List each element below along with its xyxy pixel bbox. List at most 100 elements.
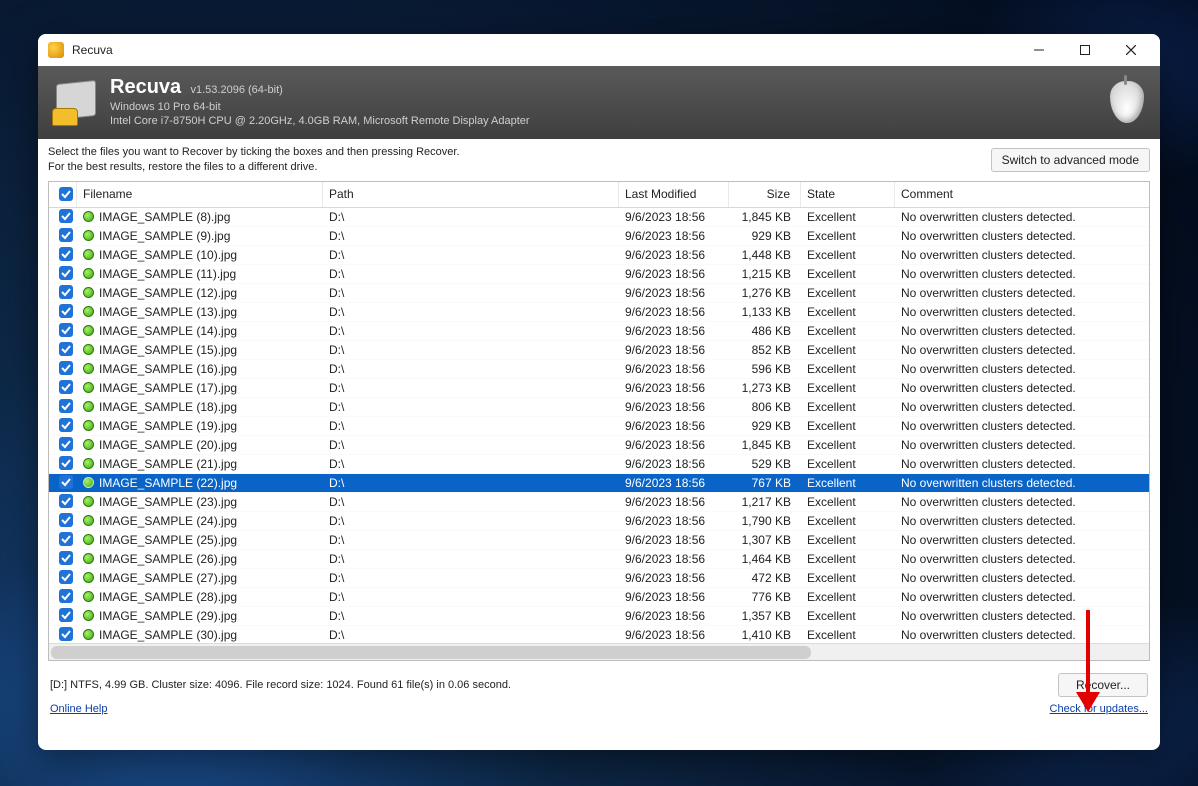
app-name: Recuva <box>110 76 181 99</box>
col-size[interactable]: Size <box>729 182 801 207</box>
table-row[interactable]: IMAGE_SAMPLE (24).jpgD:\9/6/2023 18:561,… <box>49 512 1149 531</box>
row-checkbox[interactable] <box>59 608 73 622</box>
cell-last-modified: 9/6/2023 18:56 <box>619 324 729 338</box>
row-checkbox[interactable] <box>59 380 73 394</box>
row-checkbox[interactable] <box>59 551 73 565</box>
row-checkbox[interactable] <box>59 247 73 261</box>
row-checkbox[interactable] <box>59 589 73 603</box>
recuva-logo-icon <box>50 78 98 126</box>
cell-filename: IMAGE_SAMPLE (15).jpg <box>77 343 323 357</box>
filename-text: IMAGE_SAMPLE (23).jpg <box>99 495 237 509</box>
close-button[interactable] <box>1108 34 1154 66</box>
cell-state: Excellent <box>801 438 895 452</box>
recover-button[interactable]: Recover... <box>1058 673 1148 697</box>
row-checkbox[interactable] <box>59 570 73 584</box>
table-row[interactable]: IMAGE_SAMPLE (26).jpgD:\9/6/2023 18:561,… <box>49 550 1149 569</box>
row-checkbox[interactable] <box>59 285 73 299</box>
cell-state: Excellent <box>801 495 895 509</box>
cell-size: 1,448 KB <box>729 248 801 262</box>
select-all-checkbox[interactable] <box>59 187 73 201</box>
table-row[interactable]: IMAGE_SAMPLE (11).jpgD:\9/6/2023 18:561,… <box>49 265 1149 284</box>
row-checkbox[interactable] <box>59 399 73 413</box>
table-row[interactable]: IMAGE_SAMPLE (12).jpgD:\9/6/2023 18:561,… <box>49 284 1149 303</box>
cell-path: D:\ <box>323 514 619 528</box>
table-row[interactable]: IMAGE_SAMPLE (16).jpgD:\9/6/2023 18:5659… <box>49 360 1149 379</box>
cell-comment: No overwritten clusters detected. <box>895 533 1149 547</box>
col-path[interactable]: Path <box>323 182 619 207</box>
check-updates-link[interactable]: Check for updates... <box>1050 703 1148 715</box>
file-grid: Filename Path Last Modified Size State C… <box>48 181 1150 661</box>
table-row[interactable]: IMAGE_SAMPLE (23).jpgD:\9/6/2023 18:561,… <box>49 493 1149 512</box>
row-checkbox[interactable] <box>59 494 73 508</box>
status-dot-icon <box>83 268 94 279</box>
row-checkbox[interactable] <box>59 418 73 432</box>
table-row[interactable]: IMAGE_SAMPLE (20).jpgD:\9/6/2023 18:561,… <box>49 436 1149 455</box>
cell-state: Excellent <box>801 419 895 433</box>
grid-body[interactable]: IMAGE_SAMPLE (8).jpgD:\9/6/2023 18:561,8… <box>49 208 1149 643</box>
status-dot-icon <box>83 534 94 545</box>
table-row[interactable]: IMAGE_SAMPLE (29).jpgD:\9/6/2023 18:561,… <box>49 607 1149 626</box>
header-checkbox-cell[interactable] <box>49 182 77 207</box>
row-checkbox[interactable] <box>59 342 73 356</box>
cell-state: Excellent <box>801 590 895 604</box>
col-state[interactable]: State <box>801 182 895 207</box>
cell-path: D:\ <box>323 400 619 414</box>
cell-last-modified: 9/6/2023 18:56 <box>619 248 729 262</box>
row-checkbox[interactable] <box>59 209 73 223</box>
table-row[interactable]: IMAGE_SAMPLE (15).jpgD:\9/6/2023 18:5685… <box>49 341 1149 360</box>
cell-last-modified: 9/6/2023 18:56 <box>619 362 729 376</box>
table-row[interactable]: IMAGE_SAMPLE (10).jpgD:\9/6/2023 18:561,… <box>49 246 1149 265</box>
cell-path: D:\ <box>323 248 619 262</box>
maximize-button[interactable] <box>1062 34 1108 66</box>
cell-comment: No overwritten clusters detected. <box>895 590 1149 604</box>
table-row[interactable]: IMAGE_SAMPLE (8).jpgD:\9/6/2023 18:561,8… <box>49 208 1149 227</box>
table-row[interactable]: IMAGE_SAMPLE (14).jpgD:\9/6/2023 18:5648… <box>49 322 1149 341</box>
cell-size: 776 KB <box>729 590 801 604</box>
online-help-link[interactable]: Online Help <box>50 703 107 715</box>
row-checkbox[interactable] <box>59 456 73 470</box>
col-last-modified[interactable]: Last Modified <box>619 182 729 207</box>
row-checkbox[interactable] <box>59 228 73 242</box>
cell-filename: IMAGE_SAMPLE (21).jpg <box>77 457 323 471</box>
table-row[interactable]: IMAGE_SAMPLE (25).jpgD:\9/6/2023 18:561,… <box>49 531 1149 550</box>
cell-filename: IMAGE_SAMPLE (29).jpg <box>77 609 323 623</box>
row-checkbox[interactable] <box>59 361 73 375</box>
row-checkbox[interactable] <box>59 323 73 337</box>
row-checkbox[interactable] <box>59 266 73 280</box>
table-row[interactable]: IMAGE_SAMPLE (18).jpgD:\9/6/2023 18:5680… <box>49 398 1149 417</box>
table-row[interactable]: IMAGE_SAMPLE (22).jpgD:\9/6/2023 18:5676… <box>49 474 1149 493</box>
col-comment[interactable]: Comment <box>895 182 1149 207</box>
app-icon <box>48 42 64 58</box>
cell-path: D:\ <box>323 590 619 604</box>
cell-last-modified: 9/6/2023 18:56 <box>619 267 729 281</box>
cell-last-modified: 9/6/2023 18:56 <box>619 210 729 224</box>
table-row[interactable]: IMAGE_SAMPLE (13).jpgD:\9/6/2023 18:561,… <box>49 303 1149 322</box>
row-checkbox[interactable] <box>59 437 73 451</box>
filename-text: IMAGE_SAMPLE (9).jpg <box>99 229 230 243</box>
row-checkbox[interactable] <box>59 513 73 527</box>
cell-comment: No overwritten clusters detected. <box>895 419 1149 433</box>
status-dot-icon <box>83 496 94 507</box>
minimize-button[interactable] <box>1016 34 1062 66</box>
table-row[interactable]: IMAGE_SAMPLE (19).jpgD:\9/6/2023 18:5692… <box>49 417 1149 436</box>
hw-info: Intel Core i7-8750H CPU @ 2.20GHz, 4.0GB… <box>110 115 1098 127</box>
hscroll-thumb[interactable] <box>51 646 811 659</box>
cell-comment: No overwritten clusters detected. <box>895 229 1149 243</box>
table-row[interactable]: IMAGE_SAMPLE (28).jpgD:\9/6/2023 18:5677… <box>49 588 1149 607</box>
cell-size: 1,273 KB <box>729 381 801 395</box>
table-row[interactable]: IMAGE_SAMPLE (30).jpgD:\9/6/2023 18:561,… <box>49 626 1149 643</box>
col-filename[interactable]: Filename <box>77 182 323 207</box>
row-checkbox[interactable] <box>59 475 73 489</box>
table-row[interactable]: IMAGE_SAMPLE (9).jpgD:\9/6/2023 18:56929… <box>49 227 1149 246</box>
horizontal-scrollbar[interactable] <box>49 643 1149 660</box>
switch-advanced-button[interactable]: Switch to advanced mode <box>991 148 1150 172</box>
cell-state: Excellent <box>801 210 895 224</box>
row-checkbox[interactable] <box>59 304 73 318</box>
table-row[interactable]: IMAGE_SAMPLE (17).jpgD:\9/6/2023 18:561,… <box>49 379 1149 398</box>
row-checkbox[interactable] <box>59 627 73 641</box>
cell-size: 1,410 KB <box>729 628 801 642</box>
table-row[interactable]: IMAGE_SAMPLE (21).jpgD:\9/6/2023 18:5652… <box>49 455 1149 474</box>
table-row[interactable]: IMAGE_SAMPLE (27).jpgD:\9/6/2023 18:5647… <box>49 569 1149 588</box>
cell-size: 929 KB <box>729 229 801 243</box>
row-checkbox[interactable] <box>59 532 73 546</box>
